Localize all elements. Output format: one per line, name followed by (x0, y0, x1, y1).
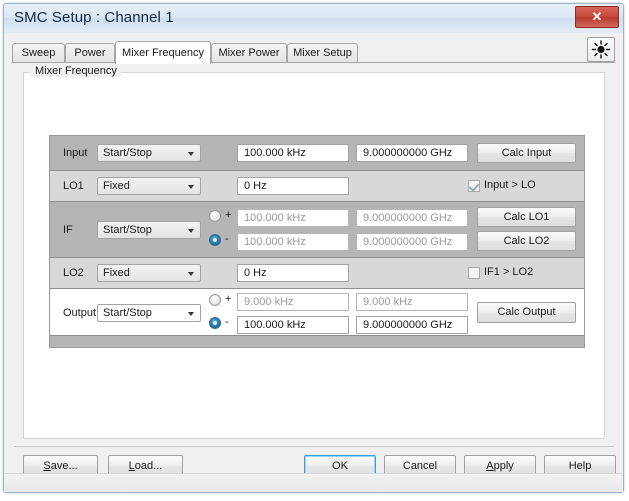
window-title: SMC Setup : Channel 1 (14, 9, 174, 26)
if-plus-start-field[interactable]: 100.000 kHz (237, 209, 349, 227)
lo1-value-field[interactable]: 0 Hz (237, 177, 349, 195)
if-plus-radio[interactable] (209, 210, 221, 222)
tab-bar: Sweep Power Mixer Frequency Mixer Power … (12, 41, 615, 64)
tab-sweep[interactable]: Sweep (12, 43, 65, 63)
row-label-output: Output (63, 307, 97, 319)
if-minus-start-field[interactable]: 100.000 kHz (237, 233, 349, 251)
tab-underline (12, 62, 615, 63)
if-minus-stop-field[interactable]: 9.000000000 GHz (356, 233, 468, 251)
lo1-mode-value: Fixed (103, 180, 130, 192)
if-plus-label[interactable]: + (225, 209, 231, 221)
input-stop-field[interactable]: 9.000000000 GHz (356, 144, 468, 162)
apply-button-rest: pply (493, 460, 514, 472)
smc-setup-dialog: SMC Setup : Channel 1 ✕ Sweep Power Mixe… (3, 3, 624, 493)
brightness-icon (591, 40, 611, 59)
tab-mixer-power[interactable]: Mixer Power (211, 43, 287, 63)
group-title: Mixer Frequency (31, 65, 121, 77)
chevron-down-icon (188, 229, 194, 233)
close-button[interactable]: ✕ (575, 6, 619, 28)
if-minus-radio[interactable] (209, 234, 221, 246)
row-label-lo2: LO2 (63, 267, 84, 279)
chevron-down-icon (188, 312, 194, 316)
tab-power[interactable]: Power (65, 43, 115, 63)
output-plus-radio[interactable] (209, 294, 221, 306)
calc-output-button[interactable]: Calc Output (477, 302, 576, 323)
if1-greater-lo2-label[interactable]: IF1 > LO2 (484, 266, 533, 278)
tab-mixer-setup[interactable]: Mixer Setup (287, 43, 358, 63)
row-label-if: IF (63, 224, 73, 236)
calc-lo2-button[interactable]: Calc LO2 (477, 231, 576, 251)
row-label-lo1: LO1 (63, 180, 84, 192)
if-minus-label[interactable]: - (225, 233, 229, 245)
row-lo1: LO1 Fixed 0 Hz Input > LO (50, 171, 584, 202)
calc-input-button[interactable]: Calc Input (477, 143, 576, 163)
input-start-field[interactable]: 100.000 kHz (237, 144, 349, 162)
calc-lo1-button[interactable]: Calc LO1 (477, 207, 576, 227)
chevron-down-icon (188, 272, 194, 276)
row-output: Output Start/Stop + 9.000 kHz 9.000 kHz … (50, 289, 584, 336)
row-input: Input Start/Stop 100.000 kHz 9.000000000… (50, 136, 584, 171)
lo2-mode-select[interactable]: Fixed (97, 264, 201, 282)
output-minus-radio[interactable] (209, 317, 221, 329)
output-minus-start-field[interactable]: 100.000 kHz (237, 316, 349, 334)
status-bar (5, 473, 622, 492)
lo1-mode-select[interactable]: Fixed (97, 177, 201, 195)
tab-mixer-frequency[interactable]: Mixer Frequency (115, 41, 211, 64)
lo2-mode-value: Fixed (103, 267, 130, 279)
frequency-grid: Input Start/Stop 100.000 kHz 9.000000000… (49, 135, 585, 348)
chevron-down-icon (188, 185, 194, 189)
lo2-value-field[interactable]: 0 Hz (237, 264, 349, 282)
footer-separator (14, 446, 614, 447)
output-plus-stop-field[interactable]: 9.000 kHz (356, 293, 468, 311)
load-button-rest: oad... (134, 460, 163, 472)
close-icon: ✕ (591, 9, 603, 24)
input-greater-lo-checkbox[interactable] (468, 180, 480, 192)
save-button-rest: ave... (50, 460, 78, 472)
brightness-icon-button[interactable] (587, 37, 615, 62)
input-mode-value: Start/Stop (103, 147, 152, 159)
if-mode-value: Start/Stop (103, 224, 152, 236)
if1-greater-lo2-checkbox[interactable] (468, 267, 480, 279)
row-if: IF Start/Stop + 100.000 kHz 9.000000000 … (50, 202, 584, 258)
output-mode-value: Start/Stop (103, 307, 152, 319)
output-minus-label[interactable]: - (225, 316, 229, 328)
row-label-input: Input (63, 147, 88, 159)
input-mode-select[interactable]: Start/Stop (97, 144, 201, 162)
output-minus-stop-field[interactable]: 9.000000000 GHz (356, 316, 468, 334)
if-mode-select[interactable]: Start/Stop (97, 221, 201, 239)
row-lo2: LO2 Fixed 0 Hz IF1 > LO2 (50, 258, 584, 289)
output-plus-start-field[interactable]: 9.000 kHz (237, 293, 349, 311)
output-mode-select[interactable]: Start/Stop (97, 304, 201, 322)
output-plus-label[interactable]: + (225, 293, 231, 305)
dialog-client-area: Sweep Power Mixer Frequency Mixer Power … (4, 33, 623, 492)
input-greater-lo-label[interactable]: Input > LO (484, 179, 536, 191)
title-bar: SMC Setup : Channel 1 ✕ (4, 4, 623, 34)
if-plus-stop-field[interactable]: 9.000000000 GHz (356, 209, 468, 227)
grid-bottom-strip (50, 336, 584, 347)
chevron-down-icon (188, 152, 194, 156)
